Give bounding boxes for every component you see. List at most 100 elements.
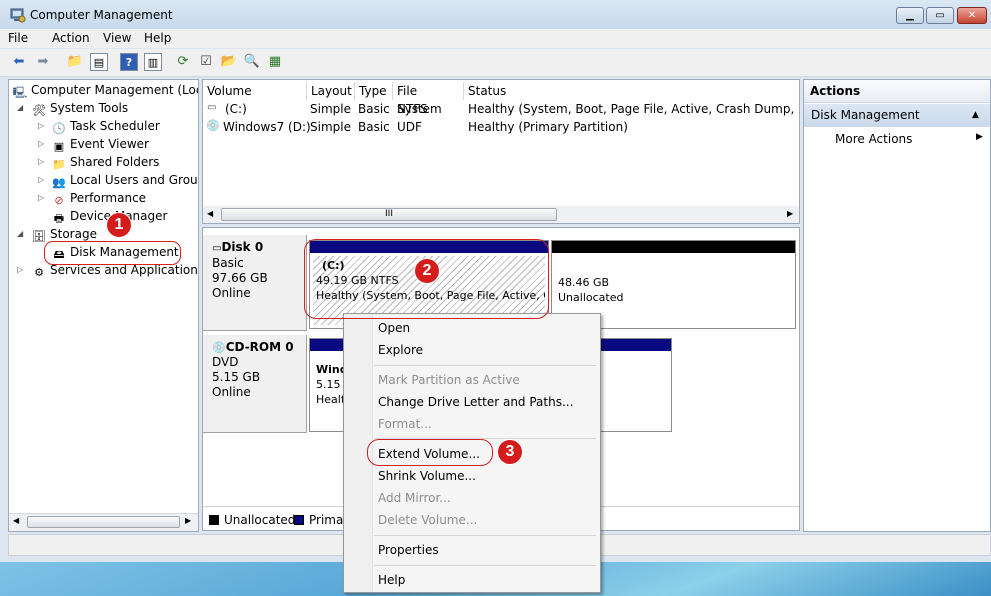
more-actions-item[interactable]: More Actions ▶ xyxy=(804,129,990,149)
device-manager-icon: 🖶 xyxy=(53,212,65,225)
menu-item-help[interactable]: Help xyxy=(378,572,405,588)
tree-item-shared-folders[interactable]: 📁 Shared Folders xyxy=(51,154,159,171)
menu-item-explore[interactable]: Explore xyxy=(378,342,423,358)
help-icon[interactable]: ? xyxy=(120,53,138,71)
collapse-arrow-icon[interactable]: ◢ xyxy=(17,103,23,112)
tree-item-system-tools[interactable]: 🛠 System Tools xyxy=(31,100,128,117)
shared-folder-icon: 📁 xyxy=(52,158,66,171)
menu-help[interactable]: Help xyxy=(144,31,171,45)
unallocated-label: Unallocated xyxy=(558,291,624,304)
close-button[interactable]: ✕ xyxy=(957,7,987,24)
menu-file[interactable]: File xyxy=(8,31,28,45)
menu-item-properties[interactable]: Properties xyxy=(378,542,439,558)
tree-item-label: Local Users and Groups xyxy=(70,173,199,187)
open-icon[interactable]: 📂 xyxy=(220,53,238,71)
export-icon[interactable]: ▦ xyxy=(266,53,284,71)
close-icon: ✕ xyxy=(967,10,977,21)
column-header-type[interactable]: Type xyxy=(355,82,393,100)
title-bar: Computer Management ▁ ▭ ✕ xyxy=(0,0,991,30)
menu-bar: File Action View Help xyxy=(0,29,991,48)
up-folder-icon[interactable]: 📁 xyxy=(66,53,84,71)
actions-section-disk-management[interactable]: Disk Management ▲ xyxy=(804,104,990,127)
menu-view[interactable]: View xyxy=(103,31,131,45)
column-header-layout[interactable]: Layout xyxy=(307,82,355,100)
highlight-ring-disk-management xyxy=(44,241,181,265)
back-icon[interactable]: ⬅ xyxy=(10,53,28,71)
tree-item-local-users[interactable]: 👥 Local Users and Groups xyxy=(51,172,199,189)
scroll-left-icon[interactable]: ◀ xyxy=(207,209,213,218)
menu-item-shrink-volume[interactable]: Shrink Volume... xyxy=(378,468,476,484)
menu-separator xyxy=(374,365,596,366)
tree-item-task-scheduler[interactable]: 🕓 Task Scheduler xyxy=(51,118,160,135)
submenu-arrow-icon: ▶ xyxy=(976,132,983,142)
disk-0-label[interactable]: ▭Disk 0 Basic 97.66 GB Online xyxy=(203,235,307,331)
menu-item-change-drive-letter[interactable]: Change Drive Letter and Paths... xyxy=(378,394,573,410)
tree-item-label: Shared Folders xyxy=(70,155,160,169)
scroll-right-icon[interactable]: ▶ xyxy=(787,209,793,218)
menu-separator xyxy=(374,535,596,536)
cell-status: Healthy (Primary Partition) xyxy=(468,120,628,134)
scroll-right-icon[interactable]: ▶ xyxy=(185,516,191,525)
scroll-left-icon[interactable]: ◀ xyxy=(13,516,19,525)
menu-item-mark-active: Mark Partition as Active xyxy=(378,373,520,387)
system-tools-icon: 🛠 xyxy=(32,104,46,117)
show-pane-icon[interactable]: ▥ xyxy=(144,53,162,71)
expand-arrow-icon[interactable]: ▷ xyxy=(17,265,23,274)
collapse-arrow-icon[interactable]: ◢ xyxy=(17,229,23,238)
cell-type: Basic xyxy=(358,102,390,116)
menu-item-open[interactable]: Open xyxy=(378,320,410,336)
expand-arrow-icon[interactable]: ▷ xyxy=(38,139,44,148)
tree-item-root[interactable]: 🖳 Computer Management (Local xyxy=(12,82,199,99)
users-icon: 👥 xyxy=(52,176,66,189)
menu-action[interactable]: Action xyxy=(52,31,90,45)
disk-name: CD-ROM 0 xyxy=(225,340,294,354)
maximize-icon: ▭ xyxy=(935,10,945,21)
drive-icon: ▭ xyxy=(207,102,217,113)
actions-title: Actions xyxy=(804,80,990,103)
disk-size: 5.15 GB xyxy=(212,370,261,384)
column-header-status[interactable]: Status xyxy=(464,82,799,100)
cell-type: Basic xyxy=(358,120,390,134)
tree-scroll-thumb[interactable] xyxy=(27,516,180,528)
cdrom-icon: 💿 xyxy=(212,341,226,354)
table-row[interactable]: ▭ (C:) Simple Basic NTFS Healthy (System… xyxy=(203,101,799,118)
tree-item-performance[interactable]: ⊘ Performance xyxy=(51,190,146,207)
services-icon: ⚙ xyxy=(34,266,44,279)
properties-icon[interactable]: ☑ xyxy=(197,53,215,71)
highlight-ring-extend-volume xyxy=(367,439,493,466)
maximize-button[interactable]: ▭ xyxy=(926,7,954,24)
volume-list-horizontal-scrollbar[interactable]: ◀ III ▶ xyxy=(203,206,799,223)
cell-volume: (C:) xyxy=(225,102,247,116)
cell-layout: Simple xyxy=(310,102,351,116)
tree-horizontal-scrollbar[interactable]: ◀ ▶ xyxy=(9,513,198,531)
cdrom-0-label[interactable]: 💿CD-ROM 0 DVD 5.15 GB Online xyxy=(203,335,307,433)
tree-item-event-viewer[interactable]: ▣ Event Viewer xyxy=(51,136,149,153)
menu-item-format: Format... xyxy=(378,417,432,431)
disk-size: 97.66 GB xyxy=(212,271,268,285)
column-header-volume[interactable]: Volume xyxy=(203,82,307,100)
menu-item-delete-volume: Delete Volume... xyxy=(378,513,478,527)
tree-item-label: Computer Management (Local xyxy=(31,83,199,97)
collapse-up-icon: ▲ xyxy=(972,110,979,120)
expand-arrow-icon[interactable]: ▷ xyxy=(38,121,44,130)
expand-arrow-icon[interactable]: ▷ xyxy=(38,175,44,184)
expand-arrow-icon[interactable]: ▷ xyxy=(38,157,44,166)
column-header-file-system[interactable]: File System xyxy=(393,82,464,116)
cell-file-system: UDF xyxy=(397,120,422,134)
dvd-drive-icon: 💿 xyxy=(206,119,220,132)
search-icon[interactable]: 🔍 xyxy=(243,53,261,71)
storage-icon: 🗄 xyxy=(32,230,46,243)
table-row[interactable]: 💿 Windows7 (D:) Simple Basic UDF Healthy… xyxy=(203,119,799,136)
console-tree-icon[interactable]: ▤ xyxy=(90,53,108,71)
legend-primary-swatch xyxy=(294,515,304,525)
refresh-icon[interactable]: ⟳ xyxy=(174,53,192,71)
minimize-button[interactable]: ▁ xyxy=(896,7,924,24)
volume-list-scroll-thumb[interactable]: III xyxy=(221,208,557,221)
actions-pane: Actions Disk Management ▲ More Actions ▶ xyxy=(803,79,991,532)
expand-arrow-icon[interactable]: ▷ xyxy=(38,193,44,202)
forward-icon[interactable]: ➡ xyxy=(34,53,52,71)
legend-unallocated-label: Unallocated xyxy=(224,513,296,527)
tree-item-label: Event Viewer xyxy=(70,137,149,151)
legend-unallocated-swatch xyxy=(209,515,219,525)
tree-item-label: Storage xyxy=(50,227,97,241)
